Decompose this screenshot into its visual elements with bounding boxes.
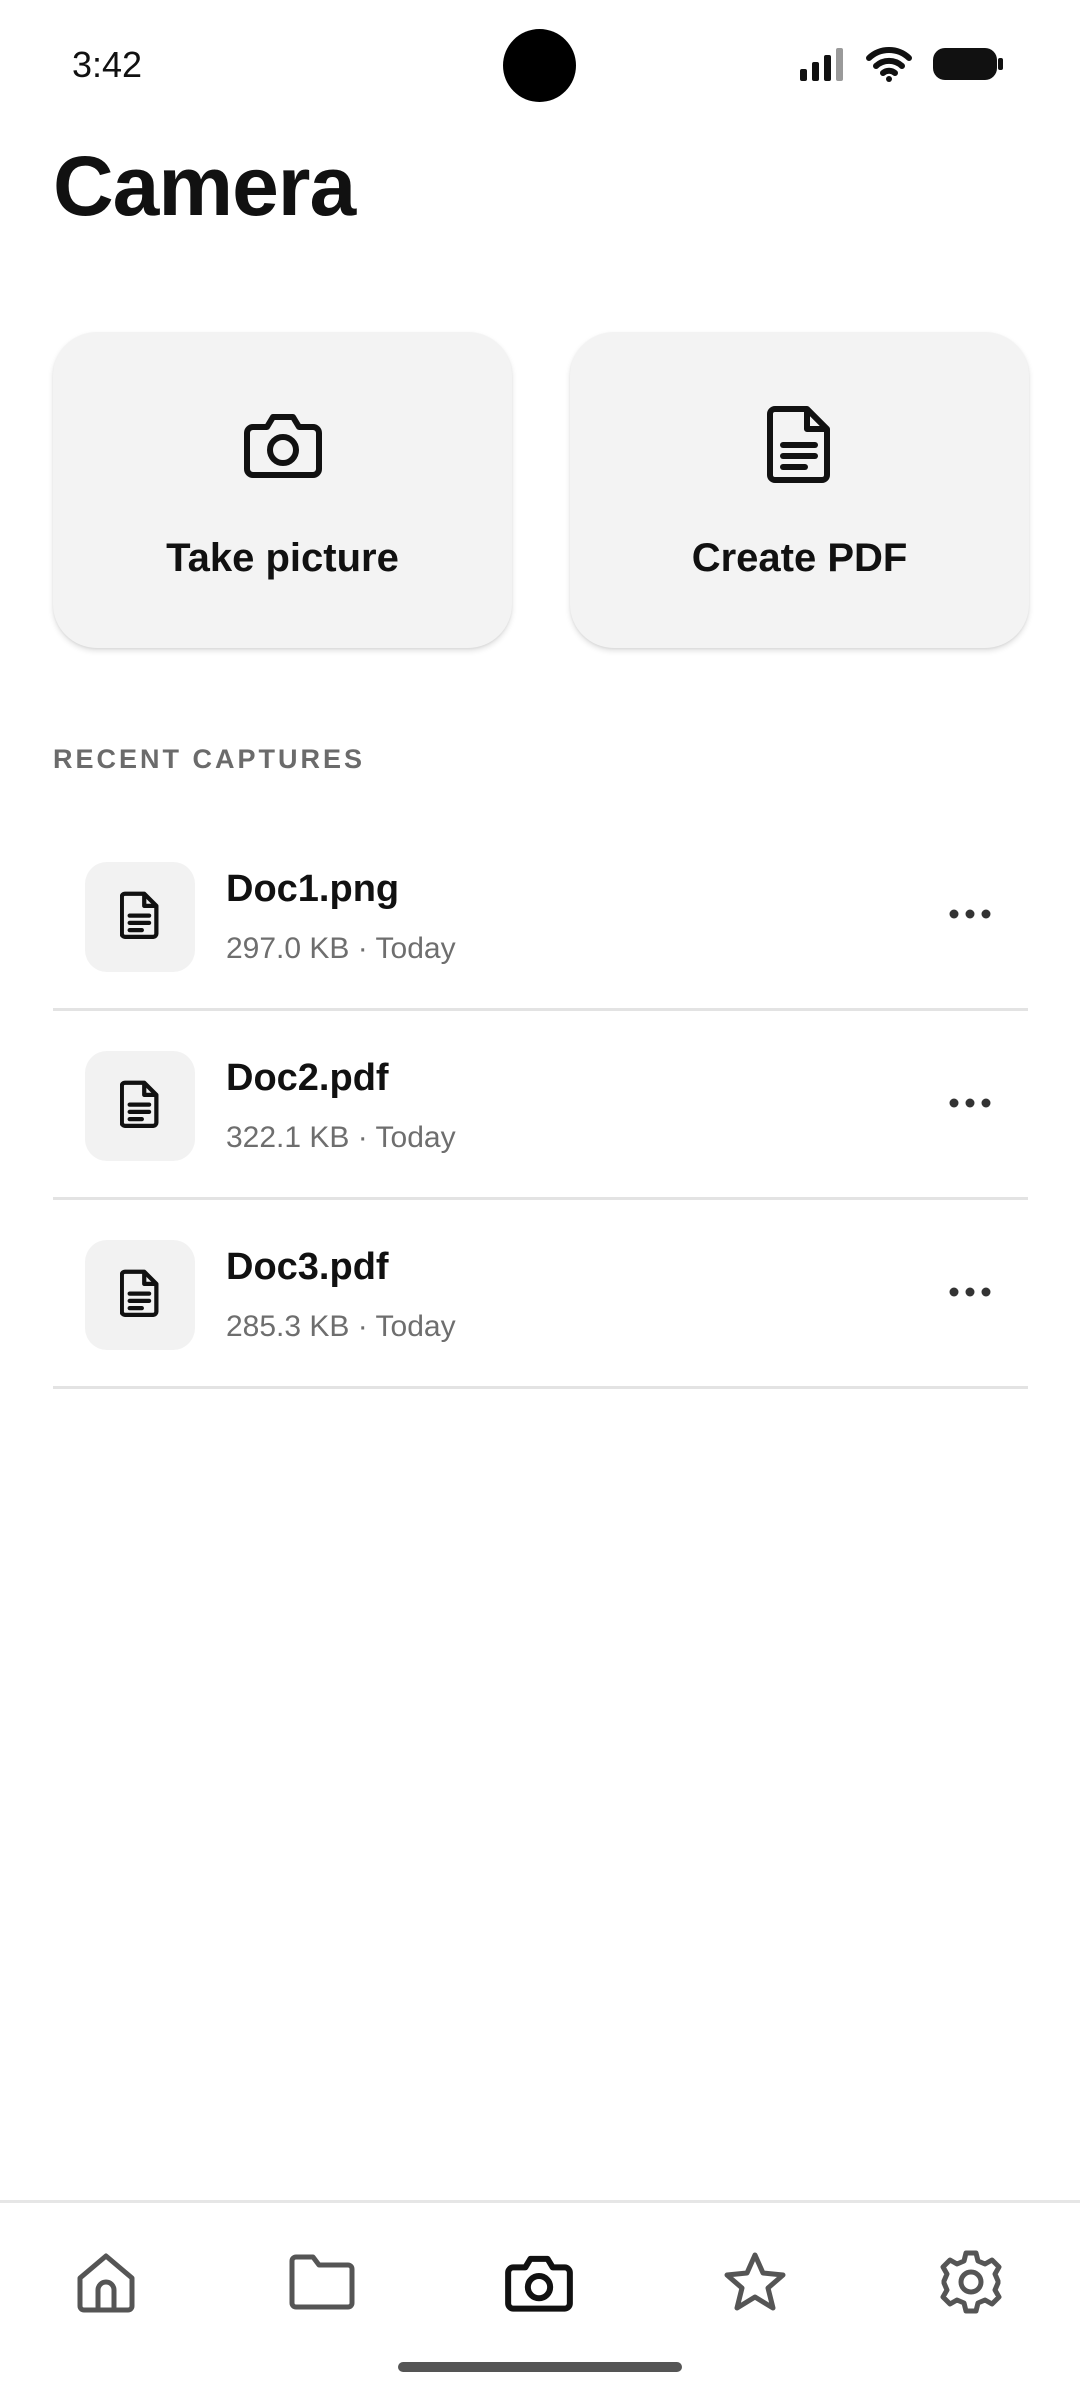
star-icon (723, 2251, 787, 2318)
take-picture-card[interactable]: Take picture (53, 332, 512, 648)
home-icon (74, 2250, 138, 2319)
file-thumbnail (85, 1240, 195, 1350)
take-picture-label: Take picture (166, 536, 399, 580)
file-name: Doc3.pdf (226, 1246, 389, 1288)
more-horizontal-icon (948, 1285, 992, 1303)
wifi-icon (866, 46, 912, 82)
file-meta: 322.1 KB · Today (226, 1121, 456, 1154)
file-thumbnail (85, 1051, 195, 1161)
more-horizontal-icon (948, 1096, 992, 1114)
status-icons (798, 46, 1004, 82)
nav-camera[interactable] (484, 2229, 594, 2339)
status-time: 3:42 (72, 44, 143, 85)
document-icon (119, 1268, 160, 1323)
battery-icon (932, 47, 1004, 81)
document-icon (119, 1079, 160, 1134)
page-title: Camera (53, 139, 356, 233)
file-meta: 297.0 KB · Today (226, 932, 456, 965)
front-camera-cutout (503, 29, 576, 102)
document-icon (758, 402, 842, 486)
home-indicator[interactable] (398, 2362, 682, 2372)
list-item[interactable]: Doc1.png 297.0 KB · Today (53, 822, 1028, 1011)
more-options-button[interactable] (940, 1075, 1000, 1135)
create-pdf-card[interactable]: Create PDF (570, 332, 1029, 648)
create-pdf-label: Create PDF (691, 536, 908, 580)
folder-icon (289, 2253, 355, 2316)
gear-icon (938, 2249, 1004, 2320)
nav-settings[interactable] (916, 2229, 1026, 2339)
nav-home[interactable] (51, 2229, 161, 2339)
file-meta: 285.3 KB · Today (226, 1310, 456, 1343)
more-horizontal-icon (948, 907, 992, 925)
nav-favorites[interactable] (700, 2229, 810, 2339)
file-thumbnail (85, 862, 195, 972)
document-icon (119, 890, 160, 945)
recent-captures-heading: RECENT CAPTURES (53, 744, 366, 774)
recent-captures-list: Doc1.png 297.0 KB · Today Doc2.pdf 322.1… (53, 822, 1028, 1389)
camera-screen: 3:42 Camera Take picture Create PDF RECE… (0, 0, 1080, 2400)
file-name: Doc1.png (226, 868, 400, 910)
signal-icon (798, 47, 846, 81)
list-item[interactable]: Doc3.pdf 285.3 KB · Today (53, 1200, 1028, 1389)
nav-files[interactable] (267, 2229, 377, 2339)
camera-icon (241, 402, 325, 486)
file-name: Doc2.pdf (226, 1057, 389, 1099)
camera-icon (504, 2252, 574, 2317)
list-item[interactable]: Doc2.pdf 322.1 KB · Today (53, 1011, 1028, 1200)
more-options-button[interactable] (940, 886, 1000, 946)
more-options-button[interactable] (940, 1264, 1000, 1324)
